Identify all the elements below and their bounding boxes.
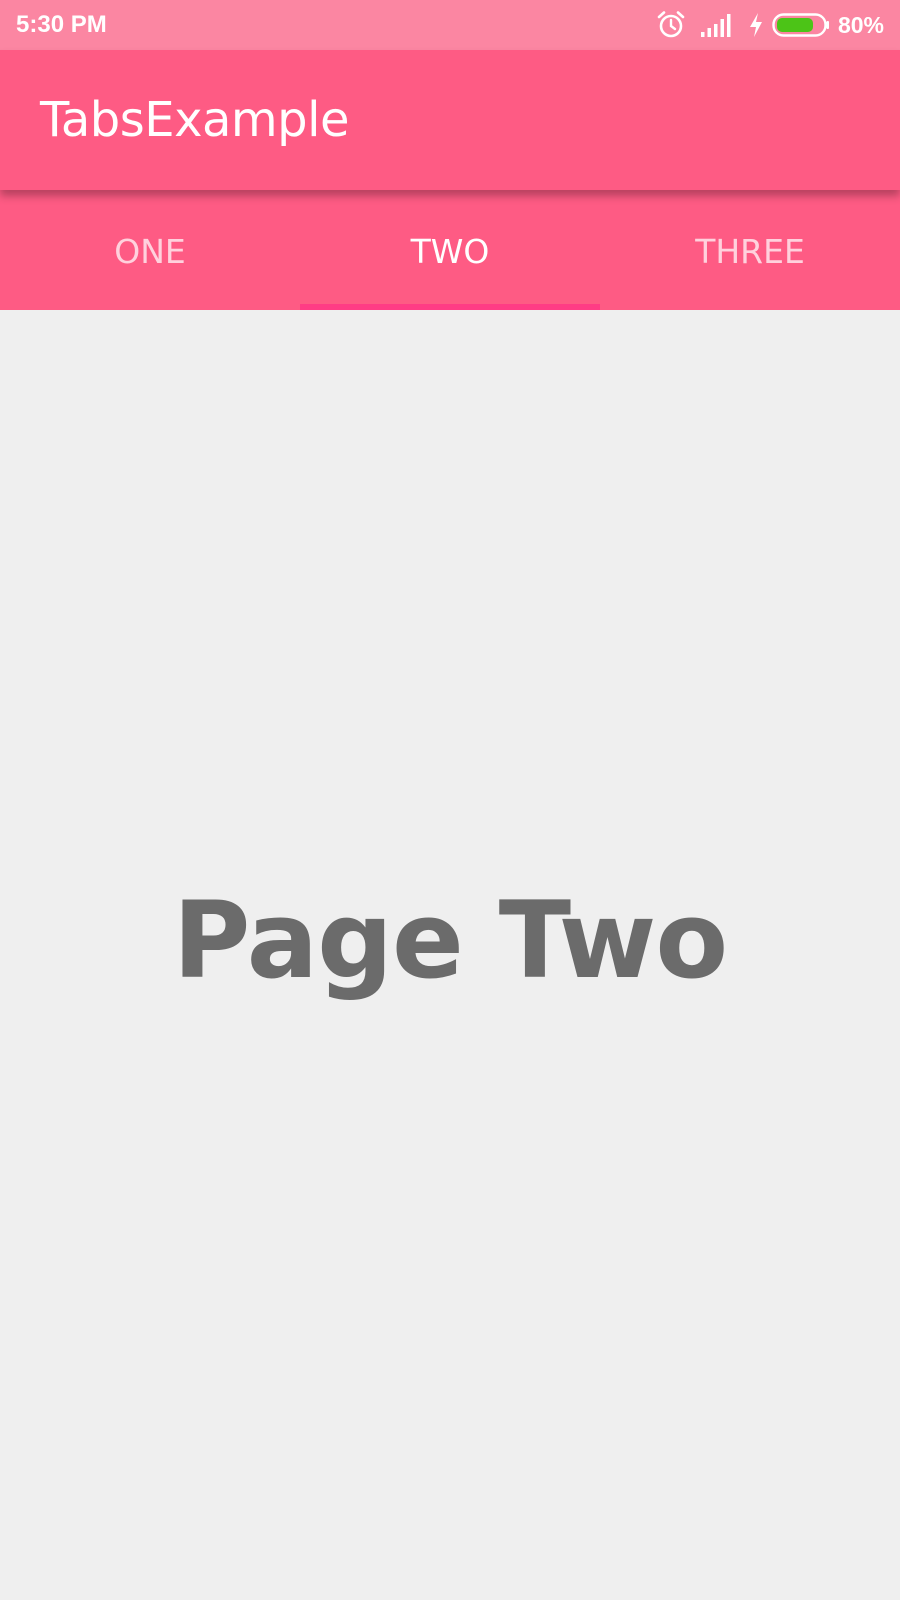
- tab-label: TWO: [410, 231, 490, 271]
- tab-one[interactable]: ONE: [0, 190, 300, 310]
- battery-indicator: 80%: [748, 12, 884, 39]
- page-content: Page Two: [0, 310, 900, 1600]
- charging-icon: [748, 12, 764, 38]
- tab-label: ONE: [114, 231, 186, 271]
- page-heading: Page Two: [172, 878, 728, 1002]
- app-bar: TabsExample: [0, 50, 900, 190]
- battery-percent: 80%: [837, 11, 884, 38]
- status-bar: 5:30 PM 80%: [0, 0, 900, 50]
- status-icons: 80%: [656, 0, 884, 50]
- tab-label: THREE: [695, 231, 805, 271]
- tab-three[interactable]: THREE: [600, 190, 900, 310]
- signal-icon: [700, 12, 734, 38]
- tab-indicator: [300, 304, 600, 310]
- status-time: 5:30 PM: [16, 11, 107, 38]
- screen: 5:30 PM 80% TabsExample ONE TWO THREE Pa…: [0, 0, 900, 1600]
- tab-bar: ONE TWO THREE: [0, 190, 900, 310]
- battery-icon: [772, 13, 830, 37]
- app-title: TabsExample: [40, 92, 350, 148]
- tab-two[interactable]: TWO: [300, 190, 600, 310]
- alarm-icon: [656, 10, 686, 40]
